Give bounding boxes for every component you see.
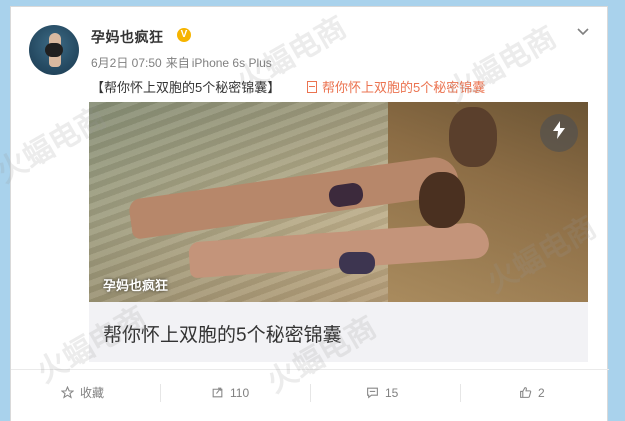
document-icon: [307, 81, 317, 93]
verified-badge-icon: V: [177, 28, 191, 42]
article-title: 帮你怀上双胞的5个秘密锦囊: [103, 325, 342, 346]
repost-count: 110: [230, 386, 250, 400]
comment-button[interactable]: 15: [366, 370, 398, 416]
thumbs-up-icon: [519, 370, 532, 416]
cover-label: 孕妈也疯狂: [103, 278, 169, 293]
article-cover-image: 孕妈也疯狂: [89, 102, 588, 302]
lightning-icon[interactable]: [540, 114, 578, 152]
repost-button[interactable]: 110: [211, 370, 249, 416]
username[interactable]: 孕妈也疯狂: [91, 27, 164, 47]
like-count: 2: [538, 386, 545, 400]
comment-icon: [366, 370, 379, 416]
chevron-down-icon[interactable]: [573, 21, 593, 41]
source-prefix: 来自: [165, 56, 190, 70]
post-date[interactable]: 6月2日 07:50: [91, 56, 162, 70]
avatar[interactable]: [29, 25, 79, 75]
comment-count: 15: [385, 386, 399, 400]
favorite-label: 收藏: [80, 386, 105, 400]
source-device[interactable]: iPhone 6s Plus: [192, 56, 272, 70]
post-text: 【帮你怀上双胞的5个秘密锦囊】: [91, 80, 281, 95]
post-meta: 6月2日 07:50 来自 iPhone 6s Plus: [91, 54, 276, 71]
weibo-post-card: 孕妈也疯狂 V 6月2日 07:50 来自 iPhone 6s Plus 【帮你怀上…: [10, 6, 609, 421]
article-card[interactable]: 孕妈也疯狂 帮你怀上双胞的5个秘密锦囊: [89, 102, 588, 362]
favorite-button[interactable]: 收藏: [60, 370, 105, 416]
article-link-text: 帮你怀上双胞的5个秘密锦囊: [322, 80, 486, 95]
action-bar: 收藏 110 15 2: [11, 369, 609, 416]
like-button[interactable]: 2: [519, 370, 545, 416]
star-icon: [60, 370, 75, 416]
avatar-figure-detail: [45, 43, 63, 57]
repost-icon: [211, 370, 224, 416]
article-link[interactable]: 帮你怀上双胞的5个秘密锦囊: [307, 77, 485, 96]
